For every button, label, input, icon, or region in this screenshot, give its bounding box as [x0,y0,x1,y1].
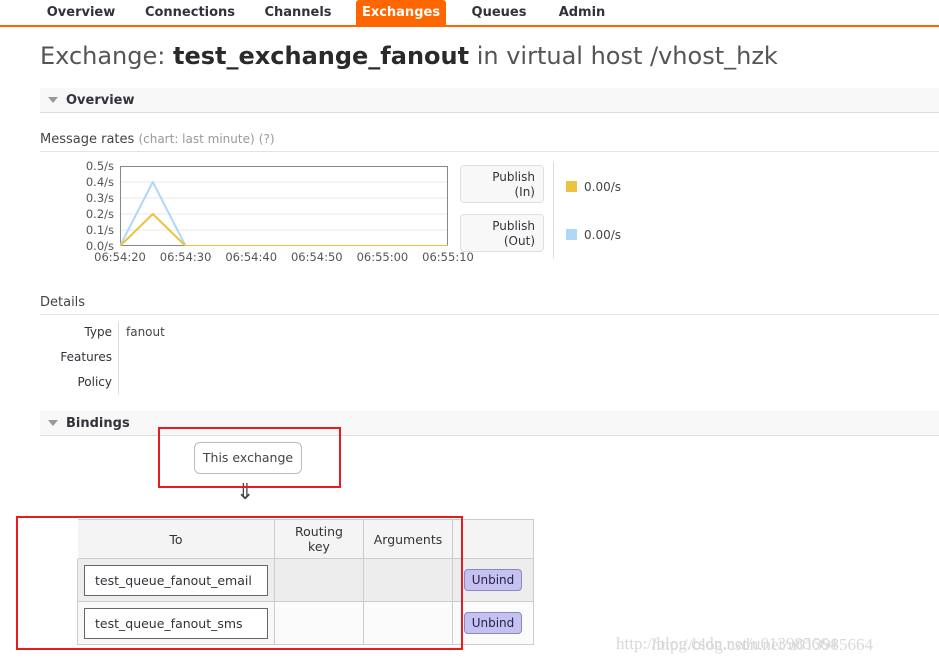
main-navigation: Overview Connections Channels Exchanges … [0,0,939,27]
publish-out-line1: Publish [492,219,535,233]
details-column-divider [118,322,119,394]
watermark: http://blog.csdn.net/u013985664 http://b… [616,634,873,654]
binding-arguments-cell [363,601,453,645]
section-header-overview[interactable]: Overview [40,88,939,113]
unbind-button[interactable]: Unbind [463,569,523,591]
binding-action-cell: Unbind [452,558,534,602]
legend-value-publish-in: 0.00/s [584,180,622,194]
chart-x-tick: 06:54:30 [159,250,212,264]
legend-divider [553,162,554,258]
nav-tab-overview[interactable]: Overview [42,0,120,25]
publish-out-button[interactable]: Publish (Out) [460,214,544,252]
chart-y-tick: 0.4/s [85,175,114,189]
table-header-routing-key[interactable]: Routing key [274,519,364,559]
chart-y-tick: 0.5/s [85,159,114,173]
binding-routing-key-cell [274,601,364,645]
legend-swatch-publish-out [566,229,577,240]
chart-x-tick: 06:54:50 [290,250,343,264]
legend-entry-publish-out: 0.00/s [566,228,621,242]
message-rates-label: Message rates [40,132,135,147]
message-rates-note: (chart: last minute) [138,132,255,146]
page-title-vhost: /vhost_hzk [650,42,778,70]
chart-x-tick: 06:54:40 [225,250,278,264]
detail-label-policy: Policy [77,375,112,389]
detail-label-type: Type [84,325,112,339]
arrow-down-icon: ⇓ [236,480,255,505]
detail-value-type: fanout [126,325,165,339]
bindings-table: To Routing key Arguments test_queue_fano… [38,519,534,645]
binding-to-cell: test_queue_fanout_email [77,558,275,602]
nav-tab-exchanges[interactable]: Exchanges [356,0,446,25]
publish-in-line1: Publish [492,170,535,184]
table-header-row: To Routing key Arguments [38,519,534,559]
page-title-prefix: Exchange: [40,42,173,70]
legend-swatch-publish-in [566,181,577,192]
chart-y-tick: 0.1/s [85,223,114,237]
nav-tab-admin[interactable]: Admin [552,0,612,25]
message-rates-divider [40,151,939,152]
chart-plot-area [120,166,448,246]
nav-tab-queues[interactable]: Queues [464,0,534,25]
publish-in-button[interactable]: Publish (In) [460,165,544,203]
watermark-text-a: http://blog.csdn.net/u013985664 [616,634,837,653]
page-title-mid: in virtual host [469,42,651,70]
message-rates-heading: Message rates (chart: last minute) (?) [40,132,275,147]
table-row: test_queue_fanout_email Unbind [38,558,534,602]
page-title-exchange-name: test_exchange_fanout [172,42,470,70]
table-header-to[interactable]: To [77,519,275,559]
publish-in-line2: (In) [514,185,535,199]
chevron-down-icon [48,97,58,103]
binding-routing-key-cell [274,558,364,602]
publish-out-line2: (Out) [503,234,535,248]
help-icon[interactable]: (?) [259,132,275,146]
section-header-bindings[interactable]: Bindings [40,411,939,436]
section-header-bindings-label: Bindings [66,416,130,431]
chart-x-tick: 06:54:20 [94,250,146,264]
table-row: test_queue_fanout_sms Unbind [38,601,534,645]
unbind-button[interactable]: Unbind [463,612,523,634]
binding-to-cell: test_queue_fanout_sms [77,601,275,645]
row-spacer-cell [38,558,78,602]
chart-y-tick: 0.3/s [85,191,114,205]
queue-link-test-queue-fanout-sms[interactable]: test_queue_fanout_sms [84,607,268,639]
chevron-down-icon [48,420,58,426]
queue-link-test-queue-fanout-email[interactable]: test_queue_fanout_email [84,564,268,596]
table-header-spacer [38,519,78,559]
nav-tab-channels[interactable]: Channels [258,0,338,25]
table-header-arguments[interactable]: Arguments [363,519,453,559]
chart-y-tick: 0.2/s [85,207,114,221]
row-spacer-cell [38,601,78,645]
chart-x-tick: 06:55:00 [356,250,409,264]
this-exchange-node[interactable]: This exchange [194,442,302,474]
legend-entry-publish-in: 0.00/s [566,180,621,194]
section-header-overview-label: Overview [66,93,135,108]
table-header-actions [452,519,534,559]
chart-x-tick: 06:55:10 [422,250,474,264]
binding-action-cell: Unbind [452,601,534,645]
detail-label-features: Features [60,350,112,364]
watermark-text-b: http://blog.csdn.net/u013985664 [652,635,873,654]
binding-arguments-cell [363,558,453,602]
nav-tab-connections[interactable]: Connections [140,0,240,25]
details-heading: Details [40,295,86,310]
page-title: Exchange: test_exchange_fanout in virtua… [40,42,778,70]
details-divider-line [40,314,939,315]
legend-value-publish-out: 0.00/s [584,228,622,242]
